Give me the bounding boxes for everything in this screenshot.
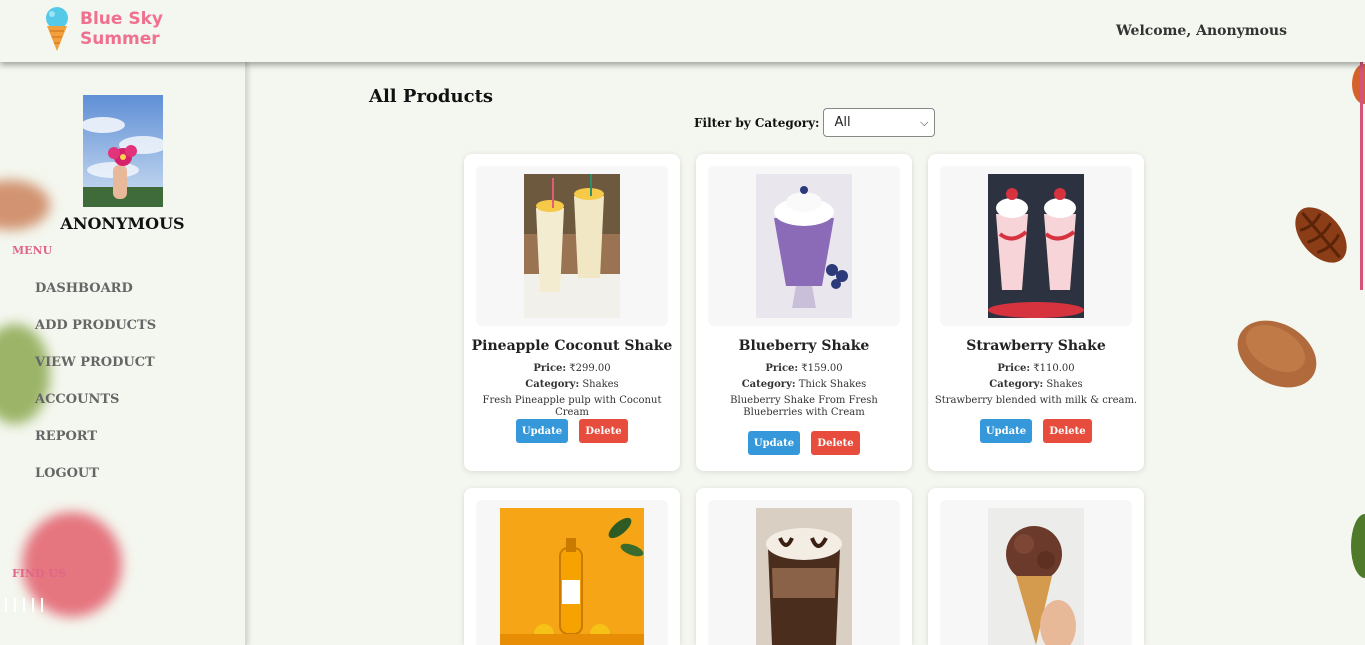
decorative-leaf: [1346, 510, 1365, 586]
delete-button[interactable]: Delete: [579, 419, 628, 443]
card-actions: Update Delete: [696, 431, 912, 455]
welcome-text: Welcome, Anonymous: [1115, 23, 1287, 39]
delete-button[interactable]: Delete: [1043, 419, 1092, 443]
sidebar-item-view-product[interactable]: VIEW PRODUCT: [35, 354, 156, 391]
ice-cream-icon: [46, 7, 68, 51]
decorative-almond: [1230, 312, 1324, 400]
price-label: Price:: [997, 363, 1031, 374]
sidebar-item-dashboard[interactable]: DASHBOARD: [35, 280, 156, 317]
product-card: Strawberry Shake Price: ₹110.00 Category…: [928, 154, 1144, 471]
social-icon[interactable]: [5, 598, 7, 612]
product-price: Price: ₹299.00: [470, 363, 674, 375]
decorative-pecan: [1286, 198, 1356, 276]
find-us-label: FIND US: [12, 567, 66, 580]
product-image: [756, 508, 852, 645]
user-name: ANONYMOUS: [60, 214, 185, 233]
category-filter: Filter by Category: All ⌵: [694, 108, 936, 137]
product-category: Category: Thick Shakes: [702, 379, 906, 391]
social-links[interactable]: [5, 598, 43, 612]
category-label: Category:: [989, 379, 1044, 390]
brand-logo[interactable]: Blue Sky Summer: [44, 6, 163, 52]
product-image: [988, 508, 1084, 645]
product-name: Strawberry Shake: [966, 338, 1106, 354]
price-value: ₹159.00: [801, 363, 843, 374]
product-image: [500, 508, 644, 645]
sidebar-item-add-products[interactable]: ADD PRODUCTS: [35, 317, 156, 354]
social-icon[interactable]: [23, 598, 25, 612]
social-icon[interactable]: [14, 598, 16, 612]
product-price: Price: ₹110.00: [934, 363, 1138, 375]
social-icon[interactable]: [32, 598, 34, 612]
product-card: [464, 488, 680, 645]
product-image: [524, 174, 620, 318]
social-icon[interactable]: [41, 598, 43, 612]
product-image-frame: [708, 500, 900, 645]
product-card: Blueberry Shake Price: ₹159.00 Category:…: [696, 154, 912, 471]
card-actions: Update Delete: [464, 419, 680, 443]
price-label: Price:: [533, 363, 567, 374]
category-select[interactable]: All ⌵: [823, 108, 936, 137]
product-image-frame: [940, 166, 1132, 326]
product-image-frame: [476, 166, 668, 326]
logo-text-line1: Blue Sky: [80, 9, 163, 29]
category-label: Category:: [741, 379, 796, 390]
update-button[interactable]: Update: [748, 431, 800, 455]
product-description: Strawberry blended with milk & cream.: [934, 395, 1138, 406]
product-category: Category: Shakes: [470, 379, 674, 391]
product-name: Blueberry Shake: [738, 338, 870, 354]
product-card: Pineapple Coconut Shake Price: ₹299.00 C…: [464, 154, 680, 471]
delete-button[interactable]: Delete: [811, 431, 860, 455]
sidebar-item-logout[interactable]: LOGOUT: [35, 465, 156, 502]
product-card: [928, 488, 1144, 645]
product-description: Fresh Pineapple pulp with Coconut Cream: [482, 395, 662, 418]
category-value: Shakes: [1046, 379, 1083, 390]
price-label: Price:: [765, 363, 799, 374]
category-label: Category:: [525, 379, 580, 390]
product-image-frame: [476, 500, 668, 645]
avatar: [83, 95, 163, 207]
product-image-frame: [708, 166, 900, 326]
price-value: ₹299.00: [569, 363, 611, 374]
chevron-down-icon: ⌵: [920, 116, 929, 129]
category-select-value: All: [834, 115, 851, 130]
product-category: Category: Shakes: [934, 379, 1138, 391]
product-image-frame: [940, 500, 1132, 645]
product-description: Blueberry Shake From Fresh Blueberries w…: [730, 395, 878, 418]
update-button[interactable]: Update: [980, 419, 1032, 443]
category-value: Thick Shakes: [798, 379, 867, 390]
sidebar-item-accounts[interactable]: ACCOUNTS: [35, 391, 156, 428]
product-name: Pineapple Coconut Shake: [471, 338, 673, 354]
filter-label: Filter by Category:: [694, 115, 820, 130]
page-title: All Products: [369, 86, 494, 107]
product-price: Price: ₹159.00: [702, 363, 906, 375]
sidebar: ANONYMOUS MENU DASHBOARD ADD PRODUCTS VI…: [0, 62, 247, 645]
card-actions: Update Delete: [928, 419, 1144, 443]
top-header: Blue Sky Summer Welcome, Anonymous: [0, 0, 1365, 62]
sidebar-item-report[interactable]: REPORT: [35, 428, 156, 465]
update-button[interactable]: Update: [516, 419, 568, 443]
price-value: ₹110.00: [1033, 363, 1075, 374]
product-image: [756, 174, 852, 318]
logo-text-line2: Summer: [80, 29, 160, 49]
category-value: Shakes: [582, 379, 619, 390]
menu-label: MENU: [12, 244, 53, 257]
sidebar-nav: DASHBOARD ADD PRODUCTS VIEW PRODUCT ACCO…: [35, 280, 156, 502]
product-card: [696, 488, 912, 645]
scroll-edge: [1360, 62, 1363, 290]
product-image: [988, 174, 1084, 318]
